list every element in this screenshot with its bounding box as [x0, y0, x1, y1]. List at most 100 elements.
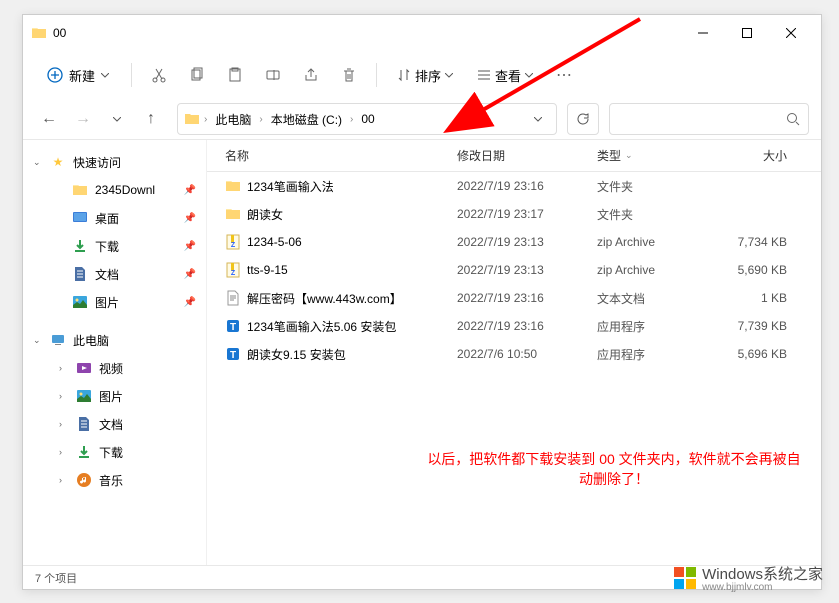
sidebar-item[interactable]: ›文档 [23, 410, 206, 438]
file-list: 名称 修改日期 类型⌄ 大小 1234笔画输入法 2022/7/19 23:16… [207, 140, 821, 565]
up-button[interactable]: ↑ [137, 105, 165, 133]
file-name: 朗读女 [247, 206, 283, 223]
copy-button[interactable] [180, 58, 214, 92]
file-row[interactable]: T朗读女9.15 安装包 2022/7/6 10:50 应用程序 5,696 K… [207, 340, 821, 368]
document-icon [75, 416, 93, 432]
breadcrumb-item[interactable]: 本地磁盘 (C:) [267, 109, 346, 130]
chevron-right-icon: › [202, 114, 209, 125]
file-type: 文本文档 [597, 290, 707, 307]
sidebar-item[interactable]: 2345Downl📌 [23, 176, 206, 204]
watermark: Windows系统之家 www.bjjmlv.com [674, 563, 823, 593]
file-size: 7,734 KB [707, 235, 787, 249]
picture-icon [75, 388, 93, 404]
file-size: 1 KB [707, 291, 787, 305]
paste-button[interactable] [218, 58, 252, 92]
chevron-right-icon: › [59, 419, 71, 429]
sort-icon [397, 68, 411, 82]
app-icon: T [225, 318, 241, 334]
svg-text:Z: Z [231, 242, 236, 249]
minimize-button[interactable] [681, 18, 725, 48]
breadcrumb[interactable]: › 此电脑 › 本地磁盘 (C:) › 00 [177, 103, 557, 135]
pc-icon [49, 332, 67, 348]
rename-button[interactable] [256, 58, 290, 92]
content: ⌄ ★ 快速访问 2345Downl📌桌面📌下载📌文档📌图片📌 ⌄ 此电脑 ›视… [23, 139, 821, 565]
file-row[interactable]: Ztts-9-15 2022/7/19 23:13 zip Archive 5,… [207, 256, 821, 284]
chevron-down-icon [445, 73, 453, 78]
file-type: 文件夹 [597, 178, 707, 195]
more-button[interactable]: ⋯ [547, 58, 581, 92]
sidebar: ⌄ ★ 快速访问 2345Downl📌桌面📌下载📌文档📌图片📌 ⌄ 此电脑 ›视… [23, 140, 207, 565]
folder-icon [31, 25, 47, 41]
chevron-right-icon: › [59, 363, 71, 373]
separator [131, 63, 132, 87]
file-type: zip Archive [597, 235, 707, 249]
sidebar-item[interactable]: ›下载 [23, 438, 206, 466]
header-type[interactable]: 类型⌄ [597, 147, 707, 164]
share-button[interactable] [294, 58, 328, 92]
new-button[interactable]: 新建 [35, 60, 121, 91]
forward-button[interactable]: → [69, 105, 97, 133]
sidebar-item[interactable]: ›图片 [23, 382, 206, 410]
annotation-text: 以后，把软件都下载安装到 00 文件夹内，软件就不会再被自动删除了！ [427, 449, 801, 489]
header-date[interactable]: 修改日期 [457, 147, 597, 164]
breadcrumb-item[interactable]: 此电脑 [211, 109, 255, 130]
back-button[interactable]: ← [35, 105, 63, 133]
close-button[interactable] [769, 18, 813, 48]
file-row[interactable]: Z 1234-5-06 2022/7/19 23:13 zip Archive 7… [207, 228, 821, 256]
file-row[interactable]: 解压密码【www.443w.com】 2022/7/19 23:16 文本文档 … [207, 284, 821, 312]
file-row[interactable]: 朗读女 2022/7/19 23:17 文件夹 [207, 200, 821, 228]
separator [376, 63, 377, 87]
file-row[interactable]: 1234笔画输入法 2022/7/19 23:16 文件夹 [207, 172, 821, 200]
pin-icon: 📌 [184, 297, 196, 308]
header-name[interactable]: 名称 [207, 147, 457, 164]
chevron-down-icon: ⌄ [33, 157, 45, 168]
sort-button[interactable]: 排序 [387, 60, 463, 91]
sidebar-item[interactable]: 桌面📌 [23, 204, 206, 232]
maximize-button[interactable] [725, 18, 769, 48]
header-size[interactable]: 大小 [707, 147, 787, 164]
file-date: 2022/7/19 23:13 [457, 235, 597, 249]
delete-button[interactable] [332, 58, 366, 92]
svg-text:T: T [230, 350, 236, 361]
chevron-right-icon: › [59, 391, 71, 401]
breadcrumb-item[interactable]: 00 [357, 110, 378, 128]
star-icon: ★ [49, 155, 67, 169]
chevron-down-icon: ⌄ [625, 150, 633, 161]
sidebar-item[interactable]: ›音乐 [23, 466, 206, 494]
chevron-right-icon: › [59, 475, 71, 485]
sidebar-item[interactable]: 图片📌 [23, 288, 206, 316]
file-date: 2022/7/19 23:13 [457, 263, 597, 277]
view-button[interactable]: 查看 [467, 60, 543, 91]
sidebar-this-pc[interactable]: ⌄ 此电脑 [23, 326, 206, 354]
file-name: 解压密码【www.443w.com】 [247, 290, 402, 307]
chevron-down-icon [101, 73, 109, 78]
titlebar: 00 [23, 15, 821, 51]
file-date: 2022/7/6 10:50 [457, 347, 597, 361]
recent-button[interactable] [103, 105, 131, 133]
pin-icon: 📌 [184, 185, 196, 196]
window-title: 00 [53, 26, 681, 40]
sidebar-item[interactable]: 下载📌 [23, 232, 206, 260]
file-date: 2022/7/19 23:16 [457, 319, 597, 333]
refresh-button[interactable] [567, 103, 599, 135]
cut-button[interactable] [142, 58, 176, 92]
text-icon [225, 290, 241, 306]
navbar: ← → ↑ › 此电脑 › 本地磁盘 (C:) › 00 [23, 99, 821, 139]
search-input[interactable] [609, 103, 809, 135]
file-name: 1234-5-06 [247, 235, 302, 249]
file-size: 7,739 KB [707, 319, 787, 333]
file-type: 应用程序 [597, 346, 707, 363]
document-icon [71, 266, 89, 282]
sidebar-item[interactable]: 文档📌 [23, 260, 206, 288]
file-type: zip Archive [597, 263, 707, 277]
file-type: 应用程序 [597, 318, 707, 335]
folder-icon [225, 178, 241, 194]
folder-icon [71, 182, 89, 198]
sidebar-quick-access[interactable]: ⌄ ★ 快速访问 [23, 148, 206, 176]
zip-icon: Z [225, 234, 241, 250]
file-date: 2022/7/19 23:16 [457, 291, 597, 305]
chevron-down-icon[interactable] [526, 117, 550, 122]
file-row[interactable]: T1234笔画输入法5.06 安装包 2022/7/19 23:16 应用程序 … [207, 312, 821, 340]
item-count: 7 个项目 [35, 570, 77, 586]
sidebar-item[interactable]: ›视频 [23, 354, 206, 382]
